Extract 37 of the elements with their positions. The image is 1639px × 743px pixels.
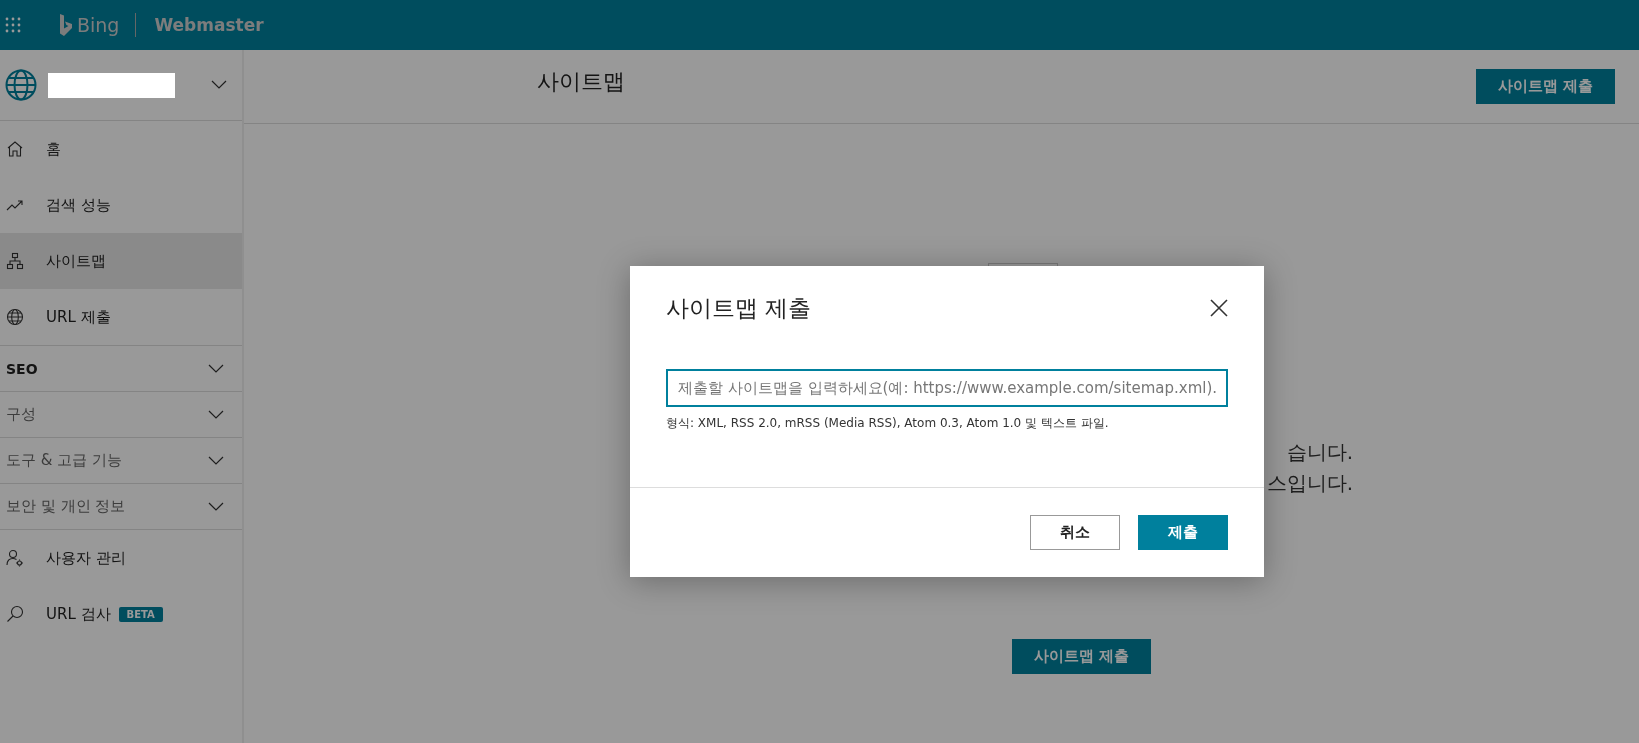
sidebar-section[interactable]: 보안 및 개인 정보	[0, 483, 242, 529]
globe-icon	[5, 69, 37, 101]
search-icon	[6, 605, 24, 623]
sitemap-icon	[6, 252, 24, 270]
product-name: Webmaster	[154, 15, 264, 35]
sidebar-item[interactable]: 사이트맵	[0, 233, 242, 289]
b-logo-icon	[59, 13, 73, 37]
home-icon	[6, 140, 24, 158]
format-hint: 형식: XML, RSS 2.0, mRSS (Media RSS), Atom 0.3, Atom 1.0 및 텍스트 파일.	[666, 415, 1110, 432]
cancel-button[interactable]: 취소	[1030, 515, 1120, 550]
submit-sitemap-button[interactable]: 사이트맵 제출	[1011, 639, 1152, 674]
user-gear-icon	[6, 549, 24, 567]
sidebar-section[interactable]: SEO	[0, 345, 242, 391]
beta-badge: BETA	[118, 606, 163, 622]
page-title: 사이트맵	[537, 67, 625, 96]
chevron-down-icon	[208, 501, 224, 512]
close-icon[interactable]	[1210, 299, 1228, 317]
sitemap-url-field[interactable]: 제출할 사이트맵을 입력하세요(예: https://www.example.com/sitemap.xml).	[666, 369, 1228, 407]
sidebar-item[interactable]: 검색 성능	[0, 177, 242, 233]
globe-icon	[6, 308, 24, 326]
empty-state-text: 습니다.	[1286, 439, 1353, 466]
sidebar-section[interactable]: 도구 & 고급 기능	[0, 437, 242, 483]
empty-state-text: 스입니다.	[1266, 470, 1353, 497]
app-launcher-icon[interactable]	[5, 17, 21, 33]
submit-sitemap-button[interactable]: 사이트맵 제출	[1475, 69, 1615, 104]
sidebar-item[interactable]: URL 제출	[0, 289, 242, 345]
chevron-down-icon	[208, 363, 224, 374]
sidebar-section[interactable]: 구성	[0, 391, 242, 437]
sidebar-item[interactable]: URL 검사 BETA	[0, 586, 242, 642]
brand-name: Bing	[77, 14, 120, 36]
sidebar-item[interactable]: 사용자 관리	[0, 529, 242, 586]
dialog-title: 사이트맵 제출	[666, 293, 812, 323]
chevron-down-icon	[208, 455, 224, 466]
submit-button[interactable]: 제출	[1138, 515, 1228, 550]
chevron-down-icon	[208, 409, 224, 420]
chevron-down-icon[interactable]	[211, 80, 227, 90]
sidebar-item[interactable]: 홈	[0, 121, 242, 177]
